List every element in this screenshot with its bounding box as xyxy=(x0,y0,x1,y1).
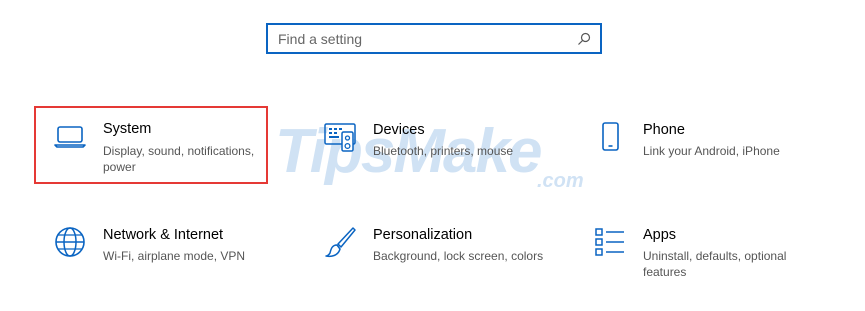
tile-title: Personalization xyxy=(373,227,473,243)
tile-description: Uninstall, defaults, optional features xyxy=(643,249,787,279)
search-input[interactable] xyxy=(278,29,568,49)
paintbrush-icon xyxy=(325,227,356,258)
tile-system[interactable]: System Display, sound, notifications, po… xyxy=(34,106,268,184)
tile-personalization[interactable]: Personalization Background, lock screen,… xyxy=(305,213,565,289)
apps-list-icon xyxy=(595,228,624,256)
tile-phone[interactable]: Phone Link your Android, iPhone xyxy=(575,108,835,184)
tile-network-internet[interactable]: Network & Internet Wi-Fi, airplane mode,… xyxy=(35,213,295,289)
tile-title: Apps xyxy=(643,227,677,243)
keyboard-speaker-icon xyxy=(324,123,356,152)
tile-title: System xyxy=(103,121,152,137)
tile-description: Display, sound, notifications, power xyxy=(103,144,255,174)
tile-title: Devices xyxy=(373,122,425,138)
laptop-icon xyxy=(54,126,86,148)
tile-description: Bluetooth, printers, mouse xyxy=(373,144,514,158)
tile-devices[interactable]: Devices Bluetooth, printers, mouse xyxy=(305,108,565,184)
tile-description: Wi-Fi, airplane mode, VPN xyxy=(103,249,246,263)
tile-title: Phone xyxy=(643,122,685,138)
tile-title: Network & Internet xyxy=(103,227,224,243)
globe-icon xyxy=(55,227,85,257)
phone-icon xyxy=(602,122,619,151)
tile-apps[interactable]: Apps Uninstall, defaults, optional featu… xyxy=(575,213,835,289)
tile-description: Background, lock screen, colors xyxy=(373,249,544,263)
tile-description: Link your Android, iPhone xyxy=(643,144,780,158)
search-box[interactable] xyxy=(266,23,602,54)
search-icon[interactable] xyxy=(577,32,591,46)
